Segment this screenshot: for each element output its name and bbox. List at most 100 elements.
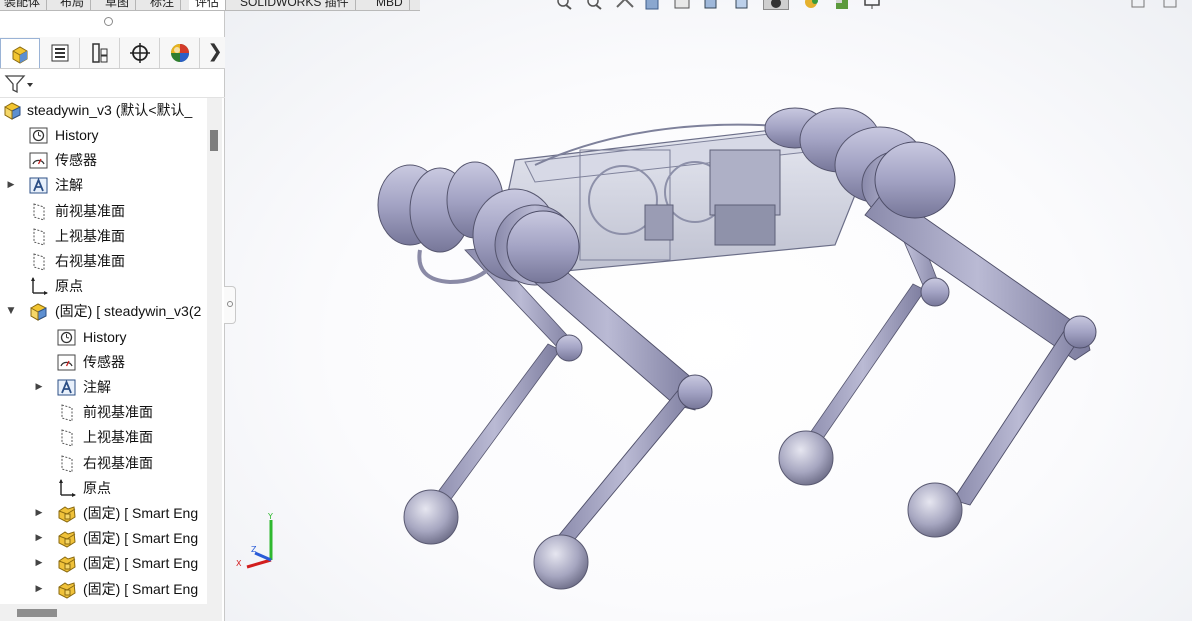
tree-item-label: 原点 (83, 479, 111, 496)
collapse-handle[interactable] (104, 17, 113, 26)
tab-markup[interactable]: 标注 (144, 0, 182, 10)
tab-evaluate[interactable]: 评估 (189, 0, 227, 10)
dimxpertmanager-tab[interactable] (120, 38, 160, 68)
expand-arrow-icon[interactable]: ▶ (34, 381, 44, 393)
plane-icon (28, 251, 49, 272)
tree-item-label: History (55, 127, 99, 143)
expand-arrow-icon[interactable]: ▶ (6, 179, 16, 191)
tree-item[interactable]: ▶ (固定) [ Smart Eng (0, 577, 206, 602)
more-tabs-chevron-icon[interactable]: ❯ (205, 38, 225, 68)
tab-mbd[interactable]: MBD (370, 0, 410, 10)
tree-item[interactable]: 右视基准面 (0, 451, 206, 476)
tree-horizontal-scrollbar[interactable] (0, 604, 222, 621)
sensor-icon (28, 150, 49, 171)
tree-item[interactable]: 传感器 (0, 148, 206, 173)
propertymanager-icon (51, 44, 68, 62)
filter-icon[interactable] (4, 74, 34, 98)
expand-arrow-icon[interactable]: ▶ (34, 507, 44, 519)
origin-icon (56, 478, 77, 499)
tree-item-label: (固定) [ Smart Eng (83, 555, 199, 572)
tree-item-label: (固定) [ Smart Eng (83, 580, 199, 597)
tree-item-label: (固定) [ Smart Eng (83, 530, 199, 547)
part-icon (56, 553, 77, 574)
tree-item-label: 注解 (55, 177, 83, 194)
pane-splitter-handle[interactable] (224, 286, 236, 324)
configurationmanager-icon (91, 43, 107, 63)
tree-item[interactable]: 传感器 (0, 350, 206, 375)
triad-y-label: Y (267, 512, 273, 521)
tree-item-label: 前视基准面 (83, 404, 153, 421)
vertical-scroll-thumb[interactable] (210, 130, 218, 151)
tree-item[interactable]: ▼ (固定) [ steadywin_v3(2 (0, 299, 206, 324)
origin-icon (28, 276, 49, 297)
plane-icon (28, 201, 49, 222)
tree-item-label: steadywin_v3 (默认<默认_ (27, 102, 193, 118)
tree-item-label: History (83, 328, 127, 345)
tree-item[interactable]: History (0, 123, 206, 148)
tree-item[interactable]: 前视基准面 (0, 199, 206, 224)
history-icon (28, 125, 49, 146)
tab-assembly[interactable]: 装配体 (0, 0, 48, 10)
sensor-icon (56, 352, 77, 373)
plane-icon (56, 427, 77, 448)
featuremanager-icon (12, 45, 28, 64)
feature-tree: steadywin_v3 (默认<默认_ History 传感器 ▶ 注解 前视基准面 上视… (0, 98, 206, 604)
graphics-area[interactable]: Y X Z (225, 0, 1192, 621)
tree-item-label: 传感器 (83, 353, 125, 370)
tree-item[interactable]: ▶ (固定) [ Smart Eng (0, 526, 206, 551)
tree-item[interactable]: History (0, 325, 206, 350)
displaymanager-tab[interactable] (160, 38, 200, 68)
annotation-icon (28, 175, 49, 196)
expand-arrow-icon[interactable]: ▶ (34, 583, 44, 595)
subassembly-icon (28, 301, 49, 322)
rear-right-leg (864, 141, 1097, 538)
tree-item[interactable]: 右视基准面 (0, 249, 206, 274)
collapse-arrow-icon[interactable]: ▼ (6, 305, 16, 317)
plane-icon (56, 402, 77, 423)
tree-item-label: (固定) [ steadywin_v3(2 (55, 303, 202, 320)
tree-item[interactable]: ▶ 注解 (0, 173, 206, 198)
dimxpertmanager-icon (129, 43, 150, 63)
tree-item-label: (固定) [ Smart Eng (83, 505, 199, 521)
horizontal-scroll-thumb[interactable] (17, 609, 57, 617)
tree-item[interactable]: ▶ 注解 (0, 375, 206, 400)
robot-dog-model[interactable]: Y X Z (225, 0, 1192, 621)
part-icon (56, 503, 77, 524)
featuremanager-tab[interactable] (0, 38, 40, 68)
tree-item[interactable]: ▶ (固定) [ Smart Eng (0, 551, 206, 576)
feature-manager-pane: ❯ steadywin_v3 (默认<默认_ History 传感器 ▶ 注解前视基准面… (0, 11, 225, 621)
assembly-icon (2, 100, 23, 121)
tree-item-label: 上视基准面 (83, 429, 153, 446)
configurationmanager-tab[interactable] (80, 38, 120, 68)
tree-item[interactable]: 原点 (0, 476, 206, 501)
tree-item-label: 右视基准面 (83, 454, 153, 471)
tree-item-label: 前视基准面 (55, 202, 125, 219)
tree-item[interactable]: ▶ (固定) [ Smart Eng (0, 501, 206, 526)
tree-item-label: 原点 (55, 278, 83, 295)
tree-root-assembly[interactable]: steadywin_v3 (默认<默认_ (0, 98, 206, 123)
tree-filter-bar (0, 70, 225, 98)
history-icon (56, 327, 77, 348)
tree-item[interactable]: 前视基准面 (0, 400, 206, 425)
manager-tabs: ❯ (0, 37, 225, 69)
expand-arrow-icon[interactable]: ▶ (34, 532, 44, 544)
tab-layout[interactable]: 布局 (54, 0, 92, 10)
plane-icon (28, 226, 49, 247)
tree-item-label: 右视基准面 (55, 253, 125, 269)
plane-icon (56, 453, 77, 474)
tree-vertical-scrollbar[interactable] (207, 98, 222, 604)
tree-item-label: 上视基准面 (55, 227, 125, 244)
part-icon (56, 579, 77, 600)
tree-item[interactable]: 原点 (0, 274, 206, 299)
command-manager-tabs: 装配体 布局 草图 标注 评估 SOLIDWORKS 插件 MBD (0, 0, 420, 11)
propertymanager-tab[interactable] (40, 38, 80, 68)
triad-z-label: Z (251, 545, 257, 554)
tab-sketch[interactable]: 草图 (99, 0, 137, 10)
displaymanager-icon (170, 44, 189, 62)
tree-item[interactable]: 上视基准面 (0, 425, 206, 450)
triad-x-label: X (236, 559, 242, 568)
tab-solidworks-addins[interactable]: SOLIDWORKS 插件 (234, 0, 356, 10)
expand-arrow-icon[interactable]: ▶ (34, 557, 44, 569)
tree-item-label: 传感器 (55, 152, 97, 169)
tree-item[interactable]: 上视基准面 (0, 224, 206, 249)
